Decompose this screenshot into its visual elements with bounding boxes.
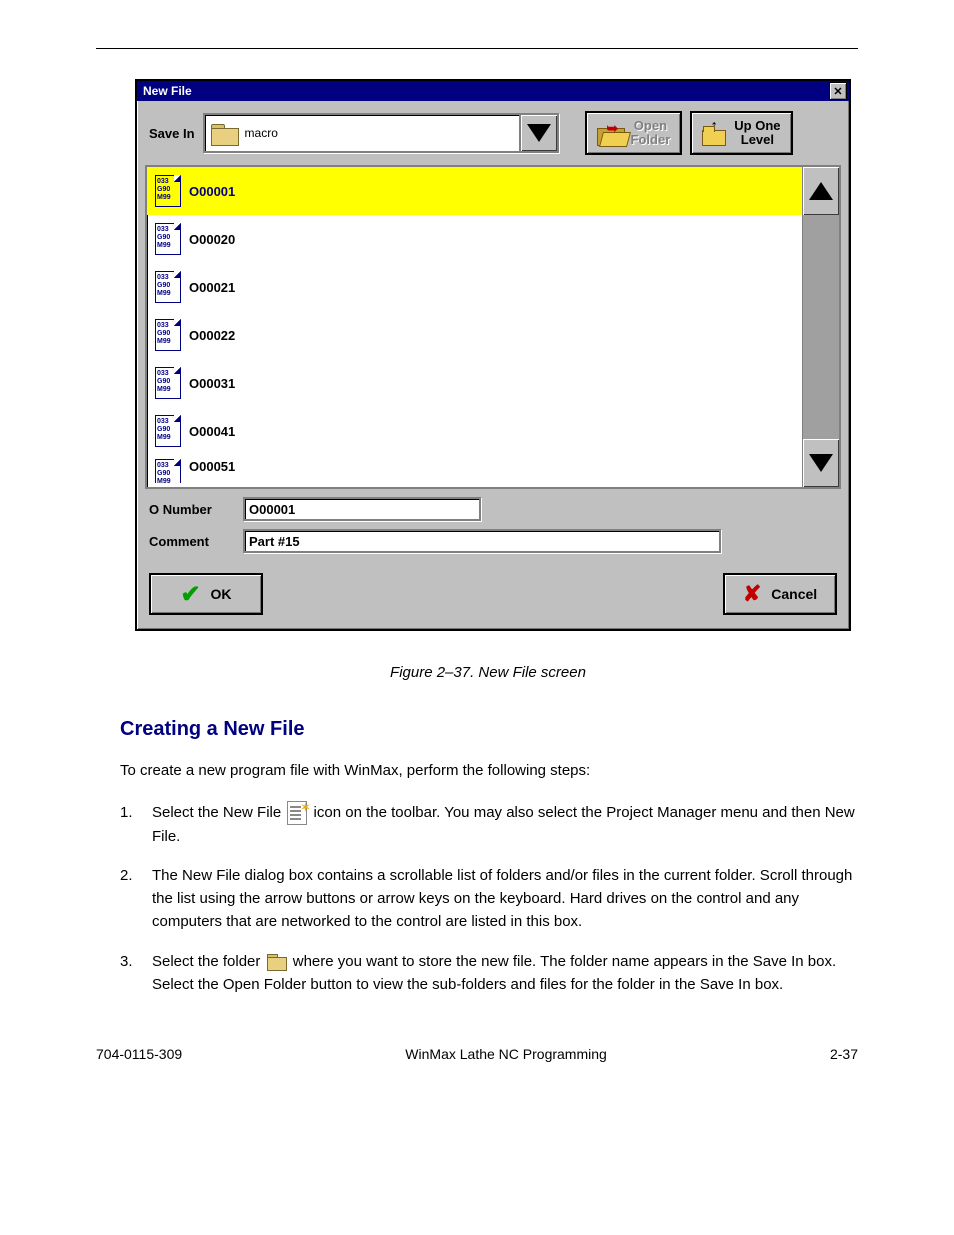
program-file-icon: 033 G90 M99 (155, 175, 181, 207)
close-icon[interactable]: ✕ (829, 82, 847, 100)
save-in-value: macro (245, 126, 519, 140)
top-rule (96, 48, 858, 49)
up-one-level-button[interactable]: ↑ Up One Level (690, 111, 792, 155)
comment-input[interactable] (243, 529, 721, 553)
dialog-title: New File (143, 84, 192, 98)
comment-row: Comment (137, 521, 849, 553)
list-item[interactable]: 033 G90 M99 O00031 (147, 359, 802, 407)
program-file-icon: 033 G90 M99 (155, 459, 181, 483)
step-3: 3. Select the folder where you want to s… (120, 950, 856, 997)
onumber-label: O Number (149, 502, 235, 517)
figure-caption: Figure 2–37. New File screen (120, 661, 856, 684)
ok-button[interactable]: ✔ OK (149, 573, 263, 615)
chevron-down-icon (527, 124, 551, 142)
save-in-combo[interactable]: macro (203, 113, 559, 153)
folder-open-icon: ➥ (597, 122, 625, 144)
dialog-titlebar: New File ✕ (137, 81, 849, 101)
folder-icon (211, 122, 239, 144)
list-item[interactable]: 033 G90 M99 O00041 (147, 407, 802, 455)
onumber-row: O Number (137, 489, 849, 521)
step-1: 1. Select the New File ✶ icon on the too… (120, 801, 856, 848)
cancel-button[interactable]: ✘ Cancel (723, 573, 837, 615)
program-file-icon: 033 G90 M99 (155, 319, 181, 351)
onumber-input[interactable] (243, 497, 481, 521)
check-icon: ✔ (180, 580, 200, 609)
open-folder-button[interactable]: ➥ Open Folder (585, 111, 683, 155)
file-list-container: 033 G90 M99 O00001 033 G90 M99 O00020 03… (145, 165, 841, 489)
scrollbar[interactable] (802, 167, 839, 487)
list-item[interactable]: 033 G90 M99 O00020 (147, 215, 802, 263)
scroll-down-button[interactable] (803, 439, 839, 487)
chevron-up-icon (809, 182, 833, 200)
document-body: Figure 2–37. New File screen Creating a … (120, 661, 856, 996)
list-item[interactable]: 033 G90 M99 O00022 (147, 311, 802, 359)
dialog-toolbar: Save In macro ➥ Open Folder ↑ (137, 101, 849, 165)
footer-center: WinMax Lathe NC Programming (405, 1046, 607, 1062)
footer-right: 2-37 (830, 1046, 858, 1062)
list-item[interactable]: 033 G90 M99 O00021 (147, 263, 802, 311)
program-file-icon: 033 G90 M99 (155, 223, 181, 255)
page-footer: 704-0115-309 WinMax Lathe NC Programming… (0, 1046, 954, 1062)
new-file-dialog: New File ✕ Save In macro ➥ Open Folder (135, 79, 851, 631)
intro-text: To create a new program file with WinMax… (120, 759, 856, 782)
list-item[interactable]: 033 G90 M99 O00051 (147, 455, 802, 483)
section-heading: Creating a New File (120, 714, 856, 745)
program-file-icon: 033 G90 M99 (155, 415, 181, 447)
up-folder-icon: ↑ (702, 120, 728, 146)
x-icon: ✘ (743, 581, 761, 607)
chevron-down-icon (809, 454, 833, 472)
save-in-dropdown-button[interactable] (519, 115, 557, 151)
list-item[interactable]: 033 G90 M99 O00001 (147, 167, 802, 215)
comment-label: Comment (149, 534, 235, 549)
file-list[interactable]: 033 G90 M99 O00001 033 G90 M99 O00020 03… (147, 167, 802, 487)
step-2: 2. The New File dialog box contains a sc… (120, 864, 856, 934)
new-file-icon: ✶ (287, 801, 307, 825)
scroll-up-button[interactable] (803, 167, 839, 215)
folder-icon (267, 954, 287, 970)
footer-left: 704-0115-309 (96, 1046, 182, 1062)
scroll-track[interactable] (803, 215, 839, 439)
save-in-label: Save In (149, 126, 195, 141)
program-file-icon: 033 G90 M99 (155, 271, 181, 303)
program-file-icon: 033 G90 M99 (155, 367, 181, 399)
dialog-button-row: ✔ OK ✘ Cancel (137, 553, 849, 629)
